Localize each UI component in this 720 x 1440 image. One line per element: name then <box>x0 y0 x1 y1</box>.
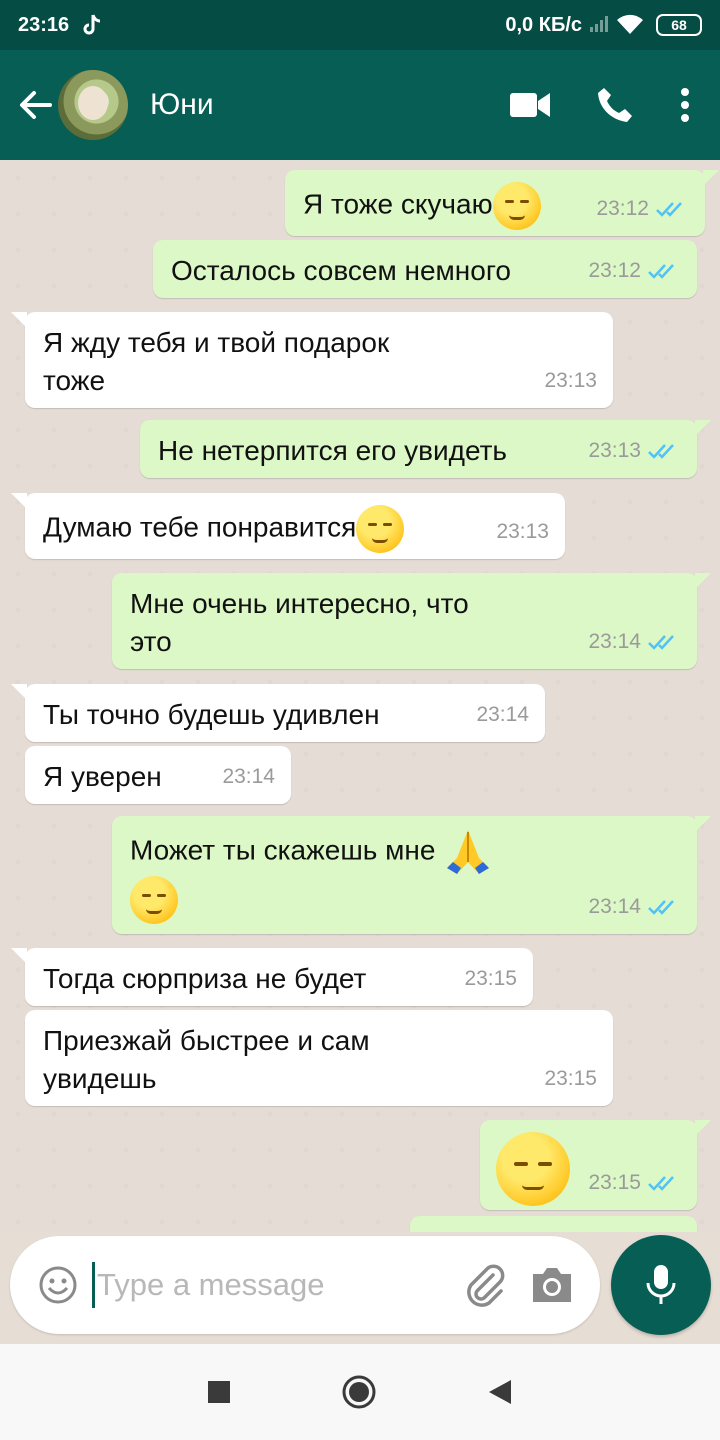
message-text: Тогда сюрприза не будет <box>43 963 367 994</box>
back-arrow-icon <box>20 91 52 119</box>
mic-button[interactable] <box>611 1235 711 1335</box>
message-text: Не нетерпится его увидеть <box>158 435 508 466</box>
message-bubble-outgoing[interactable] <box>410 1216 697 1232</box>
status-time: 23:16 <box>18 13 70 36</box>
message-bubble-incoming[interactable]: Думаю тебе понравится 23:13 <box>11 493 565 559</box>
camera-icon[interactable] <box>529 1264 575 1306</box>
message-time: 23:12 <box>588 259 641 282</box>
read-ticks-icon <box>648 900 674 915</box>
message-bubble-outgoing[interactable]: Может ты скажешь мне 23:14 <box>112 816 711 934</box>
read-ticks-icon <box>648 635 674 650</box>
more-options-icon[interactable] <box>680 87 690 123</box>
message-bubble-incoming[interactable]: Тогда сюрприза не будет 23:15 <box>11 948 533 1006</box>
message-text: Может ты скажешь мне <box>130 834 436 866</box>
message-text: Приезжай быстрее и сам <box>43 1025 370 1056</box>
network-speed: 0,0 КБ/с <box>505 13 582 36</box>
chat-area[interactable]: Я тоже скучаю 23:12 Осталось совсем немн… <box>0 160 720 1232</box>
read-ticks-icon <box>656 202 682 217</box>
message-bubble-incoming[interactable]: Приезжай быстрее и сам увидешь 23:15 <box>25 1010 613 1106</box>
message-text: Думаю тебе понравится <box>43 511 357 543</box>
winking-face-emoji <box>356 505 405 553</box>
contact-avatar[interactable] <box>58 70 128 140</box>
wifi-icon <box>617 14 643 34</box>
message-text: Мне очень интересно, что <box>130 588 469 619</box>
message-time: 23:15 <box>544 1067 597 1090</box>
smirking-face-emoji <box>130 876 178 924</box>
emoji-icon[interactable] <box>38 1265 78 1305</box>
pensive-face-emoji <box>496 1132 570 1206</box>
message-bubble-outgoing[interactable]: Не нетерпится его увидеть 23:13 <box>140 420 711 478</box>
message-input[interactable] <box>97 1267 457 1303</box>
contact-name[interactable]: Юни <box>150 88 214 122</box>
folded-hands-emoji <box>447 830 490 874</box>
signal-icon <box>590 16 608 34</box>
message-time: 23:14 <box>588 630 641 653</box>
message-text: Я тоже скучаю <box>303 188 493 220</box>
message-time: 23:13 <box>544 369 597 392</box>
message-time: 23:15 <box>588 1171 641 1194</box>
message-composer <box>10 1236 600 1334</box>
message-time: 23:14 <box>222 765 275 788</box>
message-bubble-incoming[interactable]: Я жду тебя и твой подарок тоже 23:13 <box>11 312 613 408</box>
message-time: 23:13 <box>496 520 549 543</box>
text-caret <box>92 1262 95 1308</box>
chat-header: Юни <box>0 50 720 160</box>
message-time: 23:15 <box>464 967 517 990</box>
message-bubble-incoming[interactable]: Я уверен 23:14 <box>25 746 291 804</box>
recents-icon[interactable] <box>207 1380 231 1404</box>
message-text: Я уверен <box>43 761 162 792</box>
message-text: тоже <box>43 365 106 396</box>
battery-level: 68 <box>671 17 687 33</box>
pensive-face-emoji <box>492 182 541 230</box>
back-icon[interactable] <box>487 1378 513 1406</box>
read-ticks-icon <box>648 1176 674 1191</box>
message-time: 23:14 <box>588 895 641 918</box>
status-bar: 23:16 0,0 КБ/с 68 <box>0 0 720 50</box>
message-bubble-outgoing[interactable]: Мне очень интересно, что это 23:14 <box>112 573 711 669</box>
video-call-icon[interactable] <box>510 92 550 118</box>
message-text: увидешь <box>43 1063 157 1094</box>
message-bubble-outgoing[interactable]: Осталось совсем немного 23:12 <box>153 240 697 298</box>
read-ticks-icon <box>648 444 674 459</box>
message-bubble-outgoing[interactable]: Я тоже скучаю 23:12 <box>285 170 719 236</box>
message-bubble-incoming[interactable]: Ты точно будешь удивлен 23:14 <box>11 684 545 742</box>
message-time: 23:13 <box>588 439 641 462</box>
mic-icon <box>646 1265 676 1304</box>
message-text: Ты точно будешь удивлен <box>43 699 380 730</box>
tiktok-icon <box>83 14 101 35</box>
system-nav-bar <box>0 1344 720 1440</box>
voice-call-icon[interactable] <box>596 86 634 124</box>
message-time: 23:14 <box>476 703 529 726</box>
message-text: Осталось совсем немного <box>171 255 511 286</box>
message-time: 23:12 <box>596 197 649 220</box>
home-icon[interactable] <box>341 1374 377 1410</box>
attach-icon[interactable] <box>463 1263 507 1307</box>
message-bubble-outgoing[interactable]: 23:15 <box>480 1120 711 1210</box>
read-ticks-icon <box>648 264 674 279</box>
battery-icon: 68 <box>656 14 702 36</box>
message-text: Я жду тебя и твой подарок <box>43 327 390 358</box>
back-button[interactable] <box>12 82 58 128</box>
